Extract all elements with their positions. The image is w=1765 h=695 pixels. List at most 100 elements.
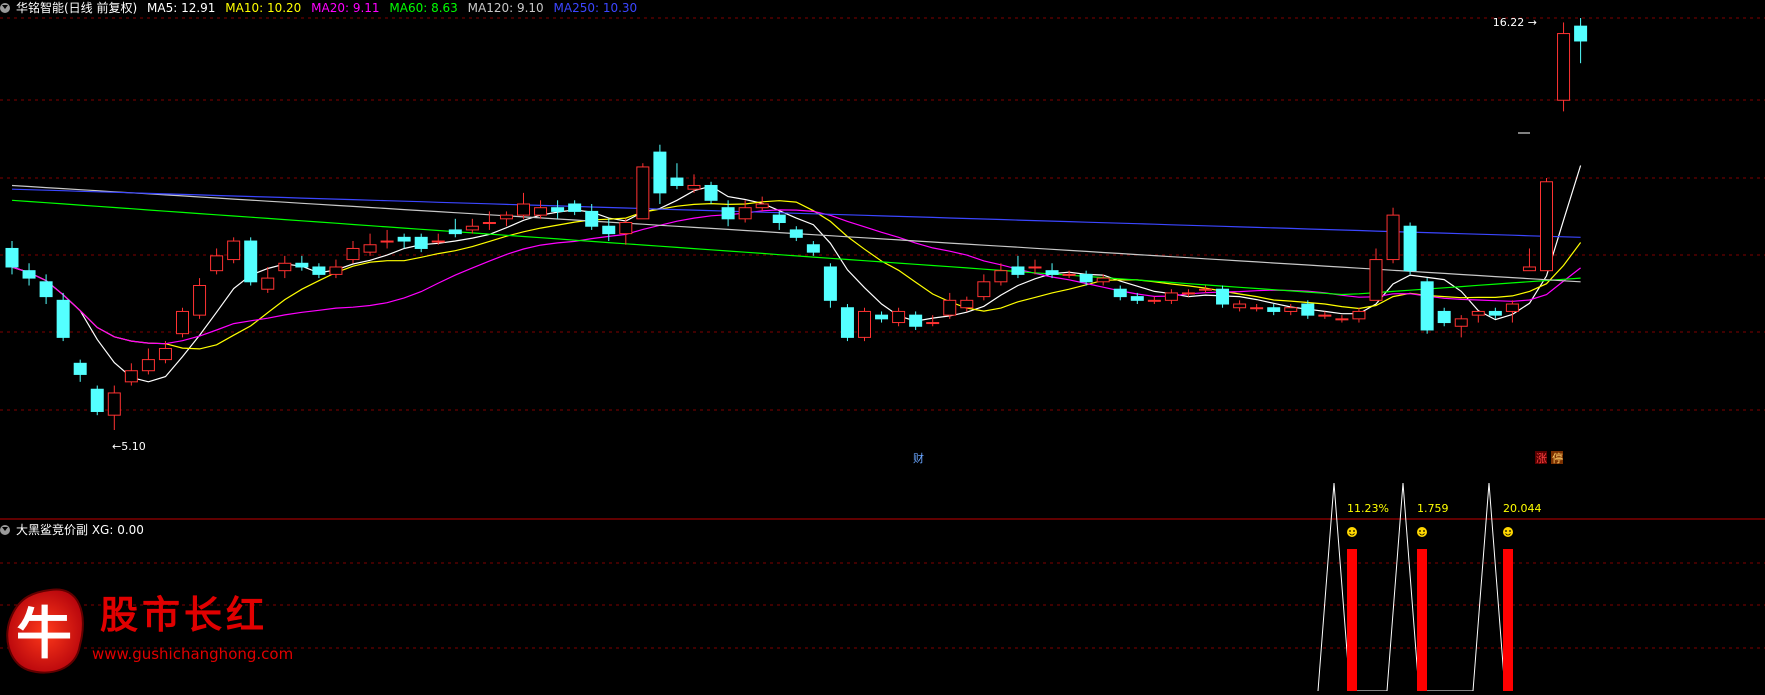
candle-up [1028, 266, 1042, 269]
candle-up [755, 203, 769, 209]
candle-down [670, 177, 684, 186]
candle-up [346, 247, 360, 261]
smiley-eye [1419, 530, 1421, 532]
candle-up [1147, 299, 1161, 302]
candle-up [1335, 318, 1349, 321]
candle-down [1301, 303, 1315, 316]
candle-up [1471, 310, 1485, 316]
candle-down [5, 247, 19, 268]
candle-down [1045, 270, 1059, 275]
candle-up [499, 214, 513, 220]
smiley-icon [1503, 527, 1513, 537]
candle-up [278, 262, 292, 272]
signal-percent-label: 11.23% [1347, 502, 1389, 515]
smiley-eye [1505, 530, 1507, 532]
candles [5, 18, 1588, 430]
candle-up [926, 322, 940, 325]
low-price-label: ←5.10 [112, 440, 146, 453]
candle-up [994, 270, 1008, 283]
candle-down [772, 214, 786, 224]
candle-up [738, 207, 752, 220]
candle-down [90, 388, 104, 412]
candle-up [158, 347, 172, 361]
grid-lines [0, 17, 1765, 649]
candle-down [585, 210, 599, 227]
candle-down [1420, 281, 1434, 331]
candle-up [193, 285, 207, 316]
candle-down [823, 266, 837, 301]
candle-up [1454, 318, 1468, 327]
signal-percent-label: 20.044 [1503, 502, 1542, 515]
smiley-icon [1347, 527, 1357, 537]
smiley-icon [1417, 527, 1427, 537]
candle-up [1522, 266, 1536, 272]
candle-down [1574, 25, 1588, 42]
candle-down [1216, 288, 1230, 305]
candle-down [1130, 296, 1144, 301]
candle-down [1011, 266, 1025, 275]
candle-down [73, 362, 87, 375]
candle-down [397, 236, 411, 242]
candle-down [568, 203, 582, 212]
candle-down [875, 314, 889, 320]
cai-marker: 财 [913, 451, 924, 465]
watermark-name: 股市长红 [100, 593, 268, 637]
candle-up [1386, 214, 1400, 261]
candle-down [1437, 310, 1451, 324]
candle-down [806, 244, 820, 253]
candle-up [141, 359, 155, 372]
candle-up [943, 299, 957, 316]
candle-up [1181, 292, 1195, 295]
candle-down [56, 299, 70, 338]
watermark-url: www.gushichanghong.com [92, 645, 293, 663]
candle-down [295, 262, 309, 268]
candle-down [1267, 307, 1281, 312]
watermark-logo: 牛 股市长红 www.gushichanghong.com [0, 585, 310, 691]
indicator-plot: 11.23% 1.759 20.044 [1317, 482, 1542, 691]
candle-up [858, 310, 871, 338]
candle-up [534, 207, 548, 216]
candle-down [840, 307, 854, 338]
candle-down [244, 240, 258, 283]
signal-bar [1417, 549, 1427, 691]
candle-up [380, 240, 394, 243]
candle-up [977, 281, 991, 298]
candle-up [210, 255, 224, 272]
candle-down [602, 225, 616, 235]
zhang-marker: 涨 [1536, 452, 1547, 465]
candle-down [414, 236, 428, 249]
candle-up [1318, 314, 1332, 317]
candle-down [1403, 225, 1417, 272]
candle-up [363, 244, 377, 253]
candle-up [1369, 259, 1383, 301]
candle-down [448, 229, 462, 235]
candle-down [551, 207, 565, 212]
candle-down [22, 270, 36, 279]
candle-up [1199, 288, 1212, 291]
candle-down [312, 266, 326, 275]
signal-bar [1347, 549, 1357, 691]
candle-up [1540, 181, 1553, 272]
smiley-eye [1509, 530, 1511, 532]
candle-up [1233, 303, 1247, 309]
smiley-eye [1353, 530, 1355, 532]
candle-down [1079, 273, 1093, 283]
candle-up [636, 166, 650, 220]
candle-up [1164, 292, 1178, 301]
candle-up [1352, 310, 1366, 320]
smiley-eye [1423, 530, 1425, 532]
candle-up [1284, 307, 1298, 312]
candle-up [619, 222, 633, 235]
candle-up [1557, 33, 1571, 101]
candle-up [1250, 307, 1264, 310]
candle-up [687, 184, 701, 190]
candle-up [892, 310, 906, 324]
candle-up [431, 240, 445, 243]
candle-down [39, 281, 53, 298]
candle-down [1488, 310, 1502, 316]
candle-up [124, 370, 138, 383]
watermark-char: 牛 [16, 602, 72, 667]
candle-down [1113, 288, 1127, 298]
candle-up [465, 225, 479, 231]
candle-up [960, 299, 974, 309]
